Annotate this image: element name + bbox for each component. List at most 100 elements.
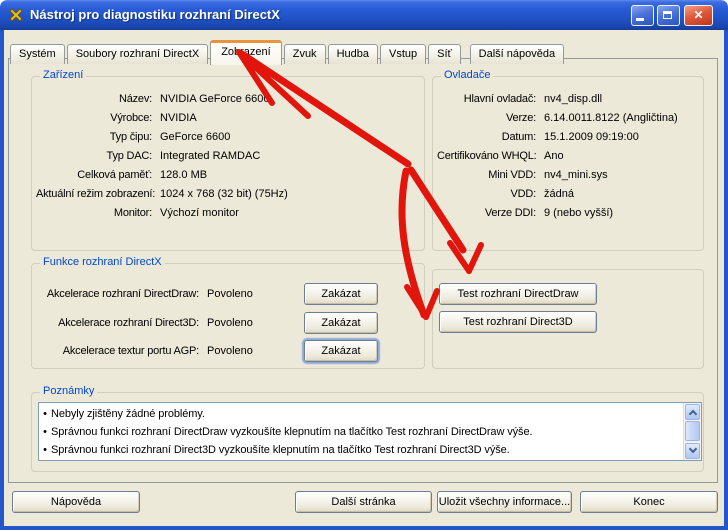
scroll-up-button[interactable] <box>685 404 700 420</box>
disable-agp-button[interactable]: Zakázat <box>304 340 378 362</box>
device-groupbox: Zařízení Název:NVIDIA GeForce 6600 Výrob… <box>31 76 425 251</box>
scroll-thumb[interactable] <box>685 421 700 441</box>
test-direct3d-button[interactable]: Test rozhraní Direct3D <box>439 311 597 333</box>
driver-row-label: Verze: <box>437 112 536 124</box>
driver-row-value: Ano <box>544 150 564 162</box>
device-row-value: 1024 x 768 (32 bit) (75Hz) <box>160 188 288 200</box>
bullet-icon: • <box>39 444 51 456</box>
exit-button[interactable]: Konec <box>580 491 718 513</box>
feature-row-directdraw: Akcelerace rozhraní DirectDraw: Povoleno… <box>38 283 378 305</box>
close-button[interactable]: ✕ <box>684 5 713 26</box>
driver-row: Hlavní ovladač:nv4_disp.dll <box>437 89 678 108</box>
driver-row: Certifikováno WHQL: Ano <box>437 146 678 165</box>
device-row-label: Typ DAC: <box>36 150 152 162</box>
note-item: •Správnou funkci rozhraní Direct3D vyzko… <box>39 441 701 459</box>
device-row: Monitor:Výchozí monitor <box>36 203 288 222</box>
device-row: Typ čipu: GeForce 6600 <box>36 127 288 146</box>
driver-row-label: Certifikováno WHQL: <box>437 150 536 162</box>
tab-sound[interactable]: Zvuk <box>284 44 326 64</box>
help-button[interactable]: Nápověda <box>12 491 140 513</box>
maximize-button[interactable] <box>657 5 680 26</box>
device-groupbox-title: Zařízení <box>40 69 86 81</box>
drivers-groupbox-title: Ovladače <box>441 69 493 81</box>
device-row-label: Název: <box>36 93 152 105</box>
driver-row-value: nv4_disp.dll <box>544 93 602 105</box>
titlebar: Nástroj pro diagnostiku rozhraní DirectX… <box>0 0 728 30</box>
minimize-button[interactable] <box>631 5 654 26</box>
feature-label: Akcelerace textur portu AGP: <box>38 345 199 357</box>
device-row-value: NVIDIA GeForce 6600 <box>160 93 269 105</box>
bullet-icon: • <box>39 408 51 420</box>
device-row: Celková paměť: 128.0 MB <box>36 165 288 184</box>
tab-music[interactable]: Hudba <box>328 44 378 64</box>
display-tab-page: Zařízení Název: NVIDIA GeForce 6600 Výrob… <box>8 58 718 483</box>
device-row: Výrobce: NVIDIA <box>36 108 288 127</box>
directx-features-title: Funkce rozhraní DirectX <box>40 256 165 268</box>
drivers-rows: Hlavní ovladač:nv4_disp.dll Verze: 6.14.0… <box>437 89 678 222</box>
chevron-down-icon <box>689 445 697 453</box>
note-item: •Nebyly zjištěny žádné problémy. <box>39 405 701 423</box>
test-buttons-groupbox: Test rozhraní DirectDraw Test rozhraní D… <box>432 269 704 369</box>
device-row-label: Typ čipu: <box>36 131 152 143</box>
tab-more-help[interactable]: Další nápověda <box>470 44 564 64</box>
driver-row-value: nv4_mini.sys <box>544 169 608 181</box>
minimize-icon <box>636 18 644 21</box>
bullet-icon: • <box>39 426 51 438</box>
device-row-value: 128.0 MB <box>160 169 207 181</box>
disable-direct3d-button[interactable]: Zakázat <box>304 312 378 334</box>
tab-strip: Systém Soubory rozhraní DirectX Zobrazen… <box>10 40 564 64</box>
device-row-value: Integrated RAMDAC <box>160 150 260 162</box>
feature-label: Akcelerace rozhraní Direct3D: <box>38 317 199 329</box>
feature-label: Akcelerace rozhraní DirectDraw: <box>38 288 199 300</box>
dxdiag-window: Nástroj pro diagnostiku rozhraní DirectX… <box>0 0 728 530</box>
driver-row-value: 15.1.2009 09:19:00 <box>544 131 639 143</box>
test-directdraw-button[interactable]: Test rozhraní DirectDraw <box>439 283 597 305</box>
device-row-label: Celková paměť: <box>36 169 152 181</box>
note-item: •Správnou funkci rozhraní DirectDraw vyz… <box>39 423 701 441</box>
tab-network[interactable]: Síť <box>428 44 461 64</box>
notes-list: •Nebyly zjištěny žádné problémy. •Správn… <box>38 402 702 461</box>
feature-status: Povoleno <box>207 317 253 329</box>
directx-features-groupbox: Funkce rozhraní DirectX Akcelerace rozhr… <box>31 263 425 369</box>
save-all-information-button[interactable]: Uložit všechny informace... <box>437 491 572 513</box>
window-border-bottom <box>0 526 728 530</box>
device-row: Aktuální režim zobrazení: 1024 x 768 (32 … <box>36 184 288 203</box>
tab-input[interactable]: Vstup <box>380 44 426 64</box>
scroll-down-button[interactable] <box>685 443 700 459</box>
tab-display[interactable]: Zobrazení <box>210 40 282 65</box>
driver-row-value: žádná <box>544 188 574 200</box>
notes-scrollbar[interactable] <box>683 403 701 460</box>
feature-status: Povoleno <box>207 288 253 300</box>
driver-row: Mini VDD: nv4_mini.sys <box>437 165 678 184</box>
driver-row-label: Verze DDI: <box>437 207 536 219</box>
dxdiag-app-icon <box>8 7 24 23</box>
driver-row-label: Mini VDD: <box>437 169 536 181</box>
notes-groupbox: Poznámky •Nebyly zjištěny žádné problémy… <box>31 392 704 472</box>
device-row-value: NVIDIA <box>160 112 197 124</box>
device-row-value: GeForce 6600 <box>160 131 230 143</box>
device-row: Typ DAC: Integrated RAMDAC <box>36 146 288 165</box>
tab-directx-files[interactable]: Soubory rozhraní DirectX <box>67 44 209 64</box>
drivers-groupbox: Ovladače Hlavní ovladač:nv4_disp.dll Ver… <box>432 76 704 251</box>
device-row-label: Aktuální režim zobrazení: <box>36 188 152 200</box>
driver-row-label: VDD: <box>437 188 536 200</box>
feature-row-direct3d: Akcelerace rozhraní Direct3D: Povoleno Z… <box>38 312 378 334</box>
window-border-right <box>724 30 728 526</box>
device-rows: Název: NVIDIA GeForce 6600 Výrobce: NVIDIA… <box>36 89 288 222</box>
chevron-up-icon <box>689 410 697 418</box>
notes-groupbox-title: Poznámky <box>40 385 97 397</box>
tab-system[interactable]: Systém <box>10 44 65 64</box>
driver-row-value: 6.14.0011.8122 (Angličtina) <box>544 112 678 124</box>
device-row-label: Výrobce: <box>36 112 152 124</box>
device-row-value: Výchozí monitor <box>160 207 239 219</box>
device-row: Název: NVIDIA GeForce 6600 <box>36 89 288 108</box>
driver-row: Verze: 6.14.0011.8122 (Angličtina) <box>437 108 678 127</box>
driver-row: VDD: žádná <box>437 184 678 203</box>
feature-row-agp: Akcelerace textur portu AGP: Povoleno Za… <box>38 340 378 362</box>
disable-directdraw-button[interactable]: Zakázat <box>304 283 378 305</box>
window-border-left <box>0 30 4 526</box>
next-page-button[interactable]: Další stránka <box>295 491 432 513</box>
driver-row-value: 9 (nebo vyšší) <box>544 207 613 219</box>
driver-row: Verze DDI: 9 (nebo vyšší) <box>437 203 678 222</box>
driver-row: Datum:15.1.2009 09:19:00 <box>437 127 678 146</box>
